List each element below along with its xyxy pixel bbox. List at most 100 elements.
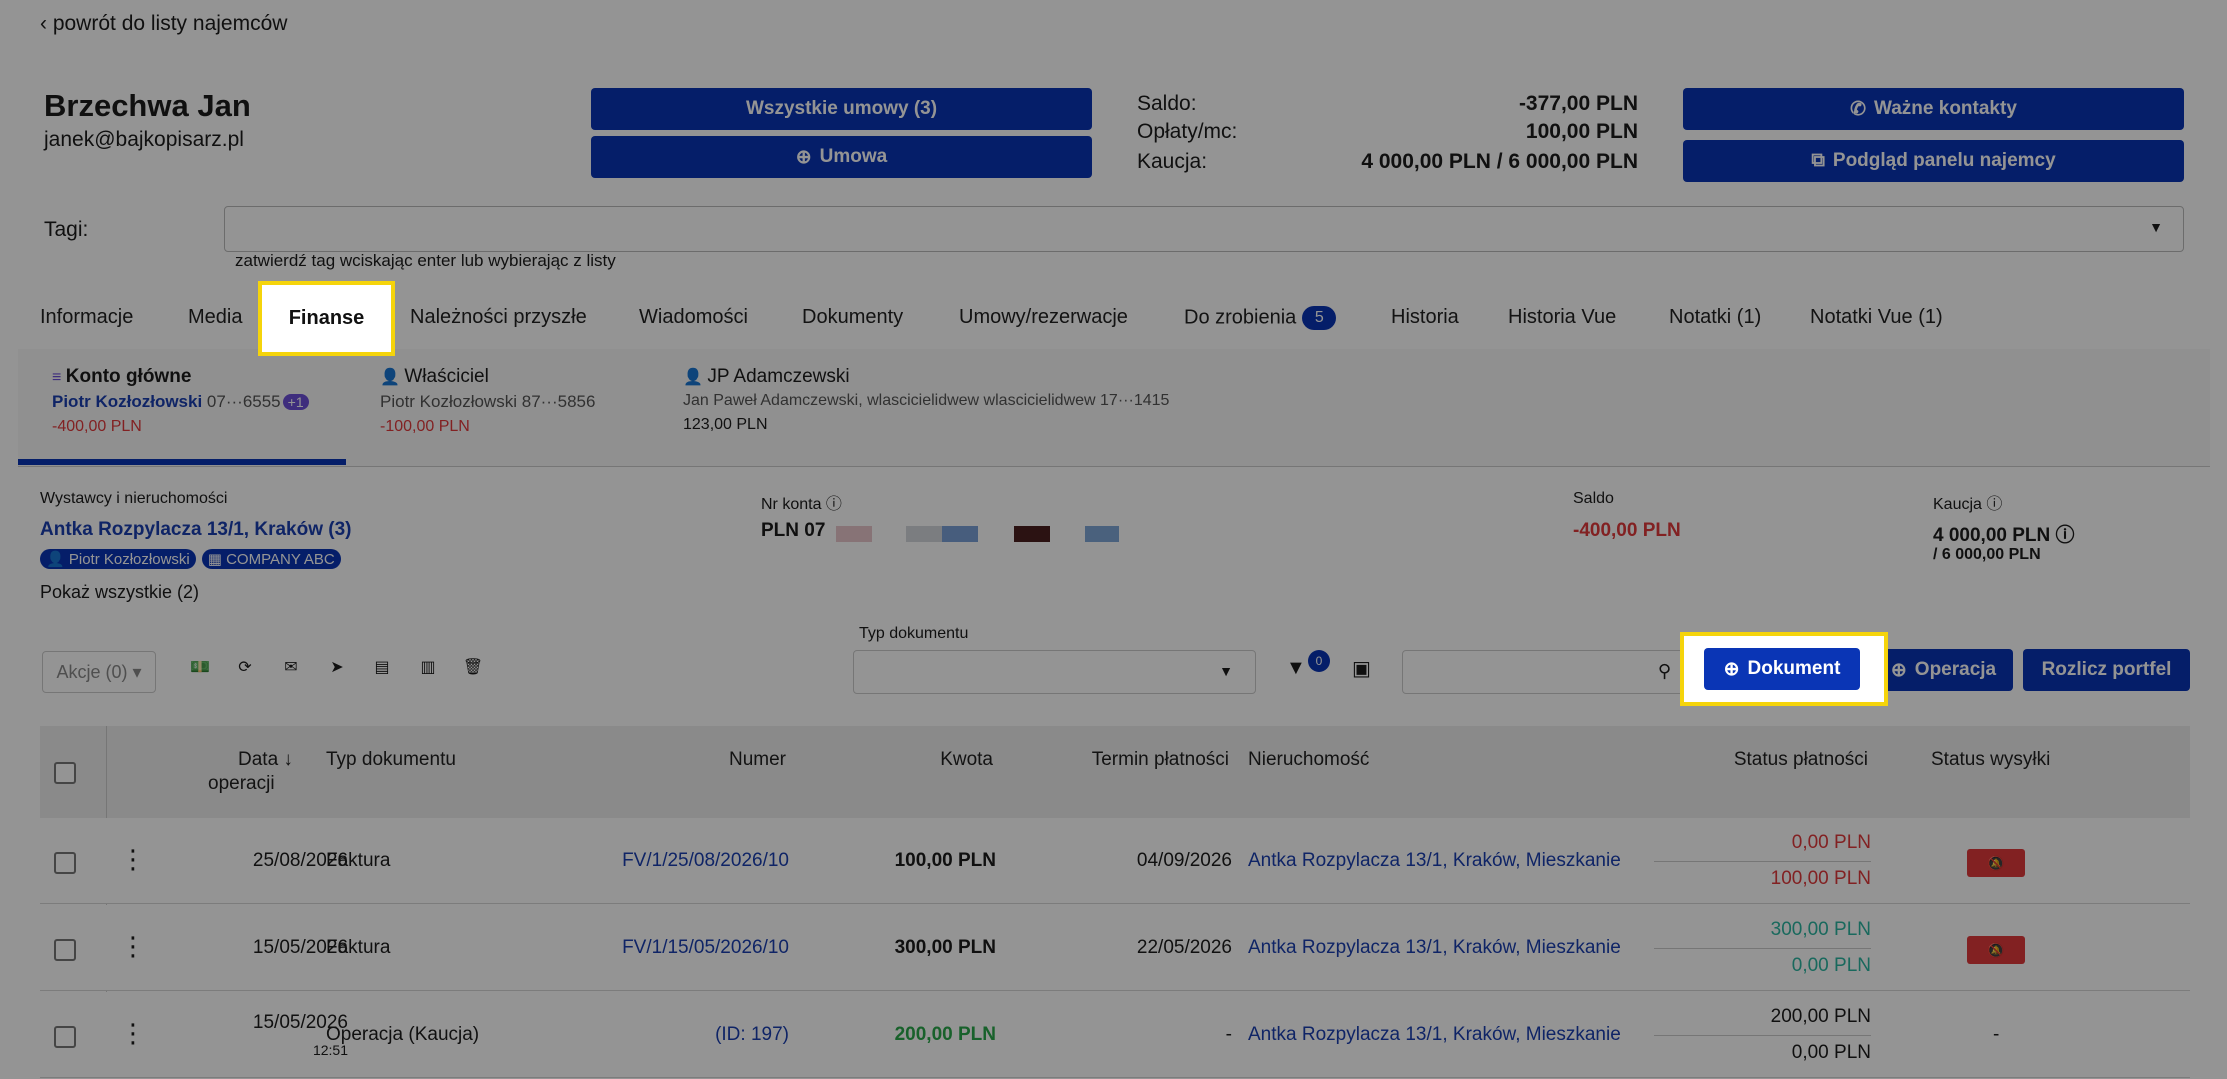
phone-icon: ✆ [1850,98,1867,120]
filter-icon[interactable]: ▼ [1286,657,1306,680]
send-icon[interactable]: ➤ [325,655,349,679]
actions-dropdown[interactable]: Akcje (0) ▾ [42,651,156,693]
header-type[interactable]: Typ dokumentu [326,749,456,771]
all-contracts-button[interactable]: Wszystkie umowy (3) [591,88,1092,130]
saldo-detail-value: -400,00 PLN [1573,520,1681,541]
excel-file-icon[interactable]: ▥ [416,655,440,679]
refresh-icon[interactable]: ⟳ [233,655,257,679]
redacted-block [906,526,942,542]
row-property-link[interactable]: Antka Rozpylacza 13/1, Kraków, Mieszkani… [1248,850,1621,872]
kebab-menu-icon[interactable]: ⋮ [120,1018,146,1049]
row-checkbox[interactable] [54,1026,76,1048]
doc-type-label: Typ dokumentu [859,625,969,642]
deposit-detail-label: Kaucja ⓘ [1933,496,2003,513]
header-amount[interactable]: Kwota [940,749,993,771]
deposit-value: 4 000,00 PLN / 6 000,00 PLN [1361,150,1638,173]
row-number-link[interactable]: FV/1/25/08/2026/10 [622,850,789,872]
row-paid: 0,00 PLN [1791,832,1871,853]
tags-input[interactable]: ▼ [224,206,2184,252]
table-row[interactable]: ⋮ 15/05/2026 12:51 Operacja (Kaucja) (ID… [40,992,2190,1078]
tab-media[interactable]: Media [188,306,242,329]
envelope-icon[interactable]: ✉ [279,655,303,679]
header-number[interactable]: Numer [729,749,786,771]
row-type: Faktura [326,937,391,958]
user-icon: 👤 [46,551,65,568]
divider [1654,1035,1871,1036]
deposit-detail-total: / 6 000,00 PLN [1933,546,2041,563]
header-date[interactable]: Data ↓ [238,749,293,771]
show-all-link[interactable]: Pokaż wszystkie (2) [40,582,199,603]
search-input[interactable]: ⚲ [1402,650,1684,694]
bell-slash-icon: 🔕 [1987,941,2005,958]
tab-notatki[interactable]: Notatki (1) [1669,306,1761,329]
add-contract-button[interactable]: ⊕ Umowa [591,136,1092,178]
user-icon: 👤 [380,369,400,386]
back-link[interactable]: ‹ powrót do listy najemców [40,12,287,36]
external-link-icon: ⧉ [1811,150,1825,171]
header-due[interactable]: Termin płatności [1092,749,1229,771]
tab-notatki-vue[interactable]: Notatki Vue (1) [1810,306,1943,329]
redacted-block [1085,526,1119,542]
row-checkbox[interactable] [54,939,76,961]
header-property[interactable]: Nieruchomość [1248,749,1369,771]
tab-naleznosci[interactable]: Należności przyszłe [410,306,587,329]
doc-type-select[interactable]: ▼ [853,650,1256,694]
tab-finanse[interactable]: Finanse [258,281,395,356]
issuer-chips: 👤 Piotr Kozłozłowski ▦ COMPANY ABC [40,549,341,569]
tab-historia-vue[interactable]: Historia Vue [1508,306,1616,329]
tab-dokumenty[interactable]: Dokumenty [802,306,903,329]
fees-value: 100,00 PLN [1525,120,1638,143]
add-document-button[interactable]: ⊕ Dokument [1704,648,1860,690]
fees-label: Opłaty/mc: [1137,120,1238,143]
info-icon: ⓘ [1986,496,2003,513]
tab-wiadomosci[interactable]: Wiadomości [639,306,748,329]
trash-icon[interactable]: 🗑 [461,655,485,679]
tab-umowy[interactable]: Umowy/rezerwacje [959,306,1128,329]
account-main[interactable]: ≡ Konto główne Piotr Kozłozłowski 07···6… [52,366,309,436]
account-number-label: Nr konta ⓘ [761,496,842,513]
redacted-block [836,526,872,542]
row-number-link[interactable]: FV/1/15/05/2026/10 [622,937,789,959]
row-property-link[interactable]: Antka Rozpylacza 13/1, Kraków, Mieszkani… [1248,937,1621,959]
row-number-link[interactable]: (ID: 197) [715,1024,789,1046]
account-owner[interactable]: 👤 Właściciel Piotr Kozłozłowski 87···585… [380,366,595,436]
tab-do-zrobienia[interactable]: Do zrobienia 5 [1184,306,1337,330]
redacted-block [942,526,978,542]
cash-icon[interactable]: 💵 [188,655,212,679]
important-contacts-button[interactable]: ✆ Ważne kontakty [1683,88,2184,130]
search-icon: ⚲ [1657,661,1671,681]
tenant-panel-button[interactable]: ⧉ Podgląd panelu najemcy [1683,140,2184,182]
plus-circle-icon: ⊕ [1723,658,1740,680]
select-all-checkbox[interactable] [54,762,76,784]
plus-circle-icon: ⊕ [1890,659,1907,681]
caret-down-icon: ▾ [132,661,142,682]
row-property-link[interactable]: Antka Rozpylacza 13/1, Kraków, Mieszkani… [1248,1024,1621,1046]
tab-informacje[interactable]: Informacje [40,306,133,329]
deposit-detail-value: 4 000,00 PLN ⓘ [1933,525,2075,546]
kebab-menu-icon[interactable]: ⋮ [120,844,146,875]
send-status-text: - [1993,1024,2000,1045]
account-number-prefix: PLN 07 [761,520,826,541]
layers-icon: ≡ [52,369,62,386]
table-row[interactable]: ⋮ 15/05/2026 Faktura FV/1/15/05/2026/10 … [40,905,2190,991]
row-due: - [1225,1024,1232,1045]
kebab-menu-icon[interactable]: ⋮ [120,931,146,962]
add-operation-button[interactable]: ⊕ Operacja [1874,649,2013,691]
info-icon: ⓘ [825,496,842,513]
pdf-file-icon[interactable]: ▤ [370,655,394,679]
settle-wallet-button[interactable]: Rozlicz portfel [2023,649,2190,691]
row-checkbox[interactable] [54,852,76,874]
account-jp[interactable]: 👤 JP Adamczewski Jan Paweł Adamczewski, … [683,366,1169,434]
property-link[interactable]: Antka Rozpylacza 13/1, Kraków (3) [40,519,352,541]
plus-circle-icon: ⊕ [795,146,812,168]
chevron-left-icon: ‹ [40,12,53,35]
table-row[interactable]: ⋮ 25/08/2026 Faktura FV/1/25/08/2026/10 … [40,818,2190,904]
tab-historia[interactable]: Historia [1391,306,1459,329]
columns-icon[interactable]: ▣ [1352,656,1371,681]
send-status-badge: 🔕 [1967,849,2025,877]
row-total: 0,00 PLN [1791,955,1871,976]
row-type: Faktura [326,850,391,871]
info-icon: ⓘ [2055,525,2075,546]
row-paid: 300,00 PLN [1770,919,1871,940]
saldo-value: -377,00 PLN [1518,92,1638,115]
